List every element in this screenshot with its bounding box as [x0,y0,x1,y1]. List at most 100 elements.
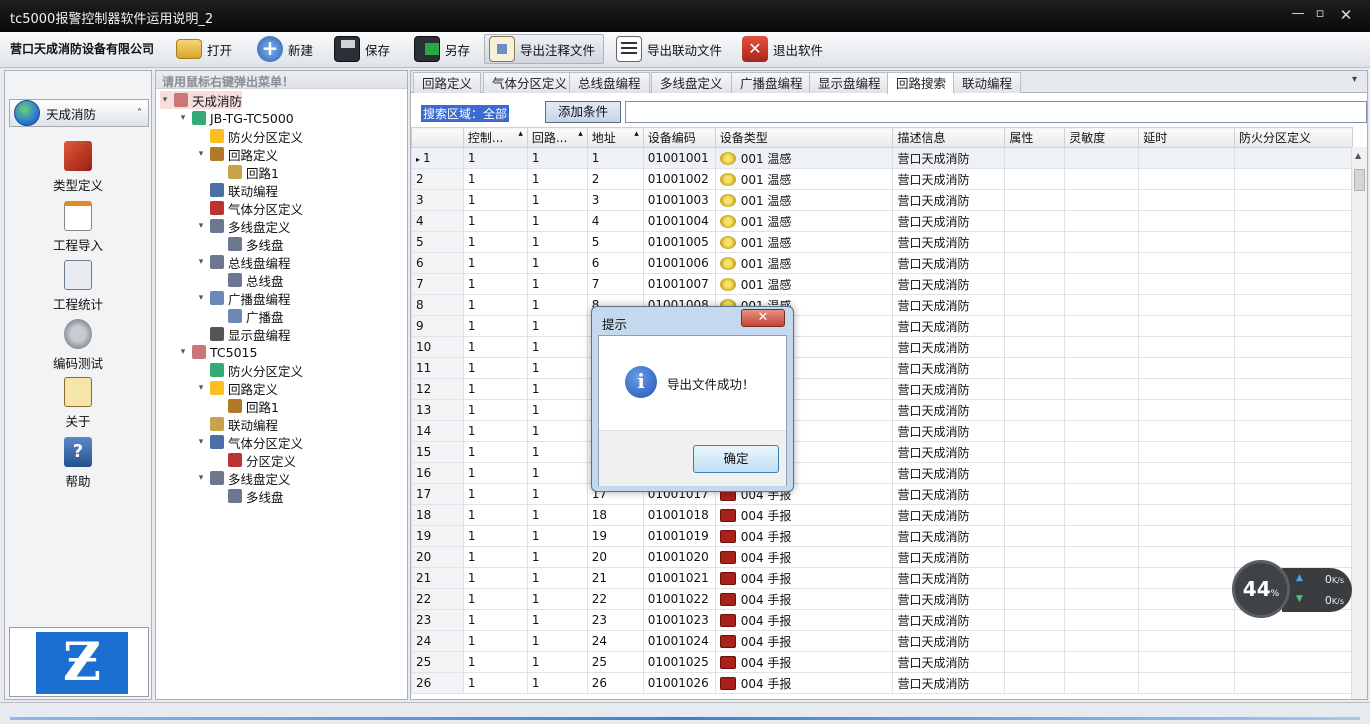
table-cell[interactable]: 4 [586,210,644,232]
tab-5[interactable]: 显示盘编程 [809,72,890,93]
tree-node[interactable]: ▾ 多线盘定义 [196,217,291,235]
tree-node[interactable]: ▾ TC5015 [178,343,258,361]
table-cell[interactable]: 24 [586,630,644,652]
table-cell[interactable]: 25 [411,651,464,673]
open-button[interactable]: 打开 [172,34,236,64]
table-cell[interactable]: 1 [526,504,588,526]
table-cell[interactable]: 01001007 [642,273,716,295]
table-cell[interactable]: 01001006 [642,252,716,274]
table-cell[interactable]: 001 温感 [714,231,894,253]
table-cell[interactable] [1138,315,1236,337]
tree-node[interactable]: ▾ 总线盘编程 [196,253,291,271]
table-cell[interactable]: 01001002 [642,168,716,190]
table-cell[interactable]: 001 温感 [714,168,894,190]
table-cell[interactable]: 01001023 [642,609,716,631]
table-cell[interactable]: 1 [526,546,588,568]
table-cell[interactable] [1138,609,1236,631]
table-cell[interactable] [1004,168,1066,190]
table-cell[interactable]: 1 [526,651,588,673]
table-cell[interactable] [1138,336,1236,358]
table-cell[interactable]: 营口天成消防 [892,336,1006,358]
table-cell[interactable] [1234,294,1353,316]
table-cell[interactable]: 7 [586,273,644,295]
table-cell[interactable]: 1 [526,672,588,694]
table-cell[interactable]: 1 [526,525,588,547]
table-cell[interactable] [1138,651,1236,673]
table-cell[interactable] [1234,315,1353,337]
table-row[interactable]: 22 1 1 22 01001022 004 手报 营口天成消防 [411,588,1353,610]
table-cell[interactable]: 营口天成消防 [892,525,1006,547]
table-cell[interactable]: 12 [411,378,464,400]
table-cell[interactable] [1064,147,1140,169]
maximize-button[interactable]: ▫ [1312,6,1328,24]
column-header[interactable]: 设备类型 [714,127,894,148]
tree-node[interactable]: 多线盘 [214,487,284,505]
nav-item-stats[interactable]: 工程统计 [5,260,151,313]
table-cell[interactable] [1004,588,1066,610]
table-cell[interactable]: 004 手报 [714,567,894,589]
table-cell[interactable] [1004,630,1066,652]
table-cell[interactable] [1138,546,1236,568]
table-cell[interactable]: 20 [411,546,464,568]
table-cell[interactable] [1064,462,1140,484]
table-cell[interactable]: 01001005 [642,231,716,253]
table-cell[interactable] [1004,252,1066,274]
table-cell[interactable]: 1 [462,336,528,358]
table-cell[interactable] [1064,399,1140,421]
table-row[interactable]: 14111401001014001 温感营口天成消防 [411,420,1353,442]
table-cell[interactable]: 1 [462,315,528,337]
table-cell[interactable] [1234,420,1353,442]
table-cell[interactable]: 1 [462,483,528,505]
table-cell[interactable] [1138,441,1236,463]
table-cell[interactable] [1234,189,1353,211]
table-cell[interactable]: 01001026 [642,672,716,694]
table-cell[interactable]: 1 [462,588,528,610]
table-cell[interactable]: 1 [462,357,528,379]
table-cell[interactable] [1004,525,1066,547]
table-cell[interactable] [1138,462,1236,484]
table-cell[interactable] [1004,315,1066,337]
table-cell[interactable] [1064,315,1140,337]
column-header[interactable]: 设备编码 [642,127,716,148]
table-cell[interactable] [1064,273,1140,295]
table-cell[interactable] [1064,672,1140,694]
table-cell[interactable] [1138,672,1236,694]
table-cell[interactable]: 营口天成消防 [892,315,1006,337]
table-cell[interactable]: 1 [462,189,528,211]
new-button[interactable]: + 新建 [253,34,317,64]
tab-2[interactable]: 总线盘编程 [569,72,650,93]
table-cell[interactable] [1064,630,1140,652]
table-row[interactable]: 26 1 1 26 01001026 004 手报 营口天成消防 [411,672,1353,694]
table-cell[interactable]: 1 [526,231,588,253]
table-cell[interactable] [1004,147,1066,169]
column-header[interactable]: 描述信息 [892,127,1006,148]
table-cell[interactable] [1004,483,1066,505]
table-cell[interactable] [1004,231,1066,253]
expand-toggle-icon[interactable]: ▾ [178,347,188,357]
table-cell[interactable]: 营口天成消防 [892,378,1006,400]
table-cell[interactable] [1138,483,1236,505]
table-cell[interactable]: 001 温感 [714,147,894,169]
table-row[interactable]: 16111601001016001 温感营口天成消防 [411,462,1353,484]
table-cell[interactable]: 1 [462,567,528,589]
table-cell[interactable]: 营口天成消防 [892,504,1006,526]
table-cell[interactable]: 1 [526,252,588,274]
table-cell[interactable]: 6 [586,252,644,274]
table-cell[interactable] [1004,609,1066,631]
table-cell[interactable]: 1 [462,294,528,316]
table-cell[interactable] [1234,630,1353,652]
table-cell[interactable]: 营口天成消防 [892,588,1006,610]
table-cell[interactable] [1138,189,1236,211]
tree-node[interactable]: 联动编程 [196,415,278,433]
table-cell[interactable]: 营口天成消防 [892,294,1006,316]
table-cell[interactable] [1004,420,1066,442]
table-cell[interactable]: 10 [411,336,464,358]
expand-toggle-icon[interactable]: ▾ [196,473,206,483]
nav-item-import[interactable]: 工程导入 [5,201,151,254]
column-header[interactable]: 灵敏度 [1064,127,1140,148]
table-cell[interactable] [1138,210,1236,232]
table-cell[interactable]: 1 [586,147,644,169]
table-cell[interactable]: 1 [462,420,528,442]
tree-node[interactable]: 气体分区定义 [196,199,303,217]
table-cell[interactable]: 营口天成消防 [892,672,1006,694]
